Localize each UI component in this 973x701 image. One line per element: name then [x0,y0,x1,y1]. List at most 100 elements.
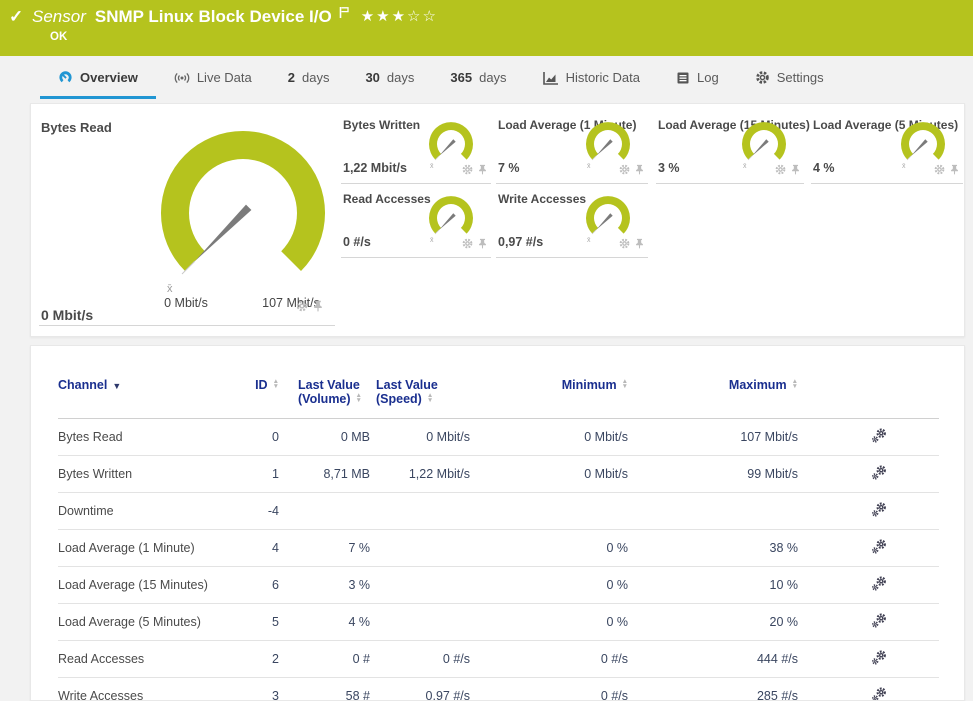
channel-id: 3 [243,678,298,701]
channel-name: Load Average (15 Minutes) [58,567,243,604]
channel-settings-gears-icon[interactable] [871,687,887,701]
channel-name: Bytes Written [58,456,243,493]
maximum-value: 20 % [678,604,853,641]
minimum-value: 0 % [476,567,678,604]
channel-name: Bytes Read [58,419,243,456]
minimum-value: 0 #/s [476,641,678,678]
last-value-volume: 8,71 MB [298,456,376,493]
live-data-icon [174,71,190,85]
col-header-last-value-volume[interactable]: Last Value (Volume)▲▼ [298,364,376,419]
gauge-settings-gear-icon[interactable] [462,236,473,254]
channel-name: Downtime [58,493,243,530]
last-value-speed [376,530,476,567]
last-value-speed [376,493,476,530]
gauge-settings-gear-icon[interactable] [462,162,473,180]
gauge-load-average-5-minutes: Load Average (5 Minutes) x̄ 4 % [811,110,963,184]
minimum-value: 0 % [476,530,678,567]
last-value-volume: 7 % [298,530,376,567]
col-header-last-value-speed[interactable]: Last Value (Speed)▲▼ [376,364,476,419]
tab-2-days[interactable]: 2days [270,56,348,99]
minimum-value: 0 Mbit/s [476,419,678,456]
channel-id: -4 [243,493,298,530]
tab-overview[interactable]: Overview [40,56,156,99]
channel-name: Load Average (5 Minutes) [58,604,243,641]
tab-settings[interactable]: Settings [737,56,842,99]
sensor-kind-label: Sensor [32,7,86,27]
channel-id: 4 [243,530,298,567]
minimum-value: 0 % [476,604,678,641]
gauge-pin-icon[interactable] [478,162,487,180]
gauge-settings-gear-icon[interactable] [619,236,630,254]
channel-settings-gears-icon[interactable] [871,502,887,520]
gauge-load-average-15-minutes: Load Average (15 Minutes) x̄ 3 % [656,110,804,184]
channel-table: Channel▼ ID▲▼ Last Value (Volume)▲▼ Last… [58,364,939,701]
gauge-scale-min: 0 Mbit/s [138,296,234,310]
bytes-read-gauge-dial: x̄ [133,118,353,318]
svg-text:x̄: x̄ [587,163,591,170]
channel-settings-gears-icon[interactable] [871,650,887,668]
gauge-pin-icon[interactable] [635,162,644,180]
channel-id: 0 [243,419,298,456]
tab-live-data[interactable]: Live Data [156,56,270,99]
gauge-settings-gear-icon[interactable] [775,162,786,180]
last-value-speed [376,567,476,604]
sort-desc-icon: ▼ [112,381,121,391]
tab-365-days[interactable]: 365days [432,56,524,99]
col-header-minimum[interactable]: Minimum▲▼ [476,364,678,419]
table-row: Write Accesses 3 58 # 0,97 #/s 0 #/s 285… [58,678,939,701]
gauge-settings-gear-icon[interactable] [296,299,308,317]
last-value-volume: 3 % [298,567,376,604]
last-value-volume: 0 MB [298,419,376,456]
channel-table-panel: Channel▼ ID▲▼ Last Value (Volume)▲▼ Last… [30,345,965,701]
average-marker: x̄ [167,283,173,295]
tab-historic-data[interactable]: Historic Data [525,56,658,99]
channel-name: Write Accesses [58,678,243,701]
channel-settings-gears-icon[interactable] [871,576,887,594]
last-value-volume: 4 % [298,604,376,641]
last-value-speed: 1,22 Mbit/s [376,456,476,493]
gauge-pin-icon[interactable] [635,236,644,254]
maximum-value [678,493,853,530]
gauge-current-value: 0 Mbit/s [41,307,93,323]
priority-stars[interactable]: ★★★☆☆ [361,7,438,25]
maximum-value: 38 % [678,530,853,567]
gauges-panel: Bytes Read x̄ 0 Mbit/s 107 Mbit/s 0 Mbit… [30,103,965,337]
channel-settings-gears-icon[interactable] [871,465,887,483]
channel-settings-gears-icon[interactable] [871,428,887,446]
gauge-pin-icon[interactable] [791,162,800,180]
col-header-id[interactable]: ID▲▼ [243,364,298,419]
gauge-write-accesses: Write Accesses x̄ 0,97 #/s [496,184,648,258]
gauge-settings-gear-icon[interactable] [619,162,630,180]
gauge-pin-icon[interactable] [478,236,487,254]
channel-settings-gears-icon[interactable] [871,539,887,557]
tab-30-days[interactable]: 30days [347,56,432,99]
channel-id: 2 [243,641,298,678]
col-header-channel[interactable]: Channel▼ [58,364,243,419]
channel-name: Load Average (1 Minute) [58,530,243,567]
last-value-volume: 58 # [298,678,376,701]
table-row: Load Average (15 Minutes) 6 3 % 0 % 10 % [58,567,939,604]
gauge-pin-icon[interactable] [313,299,323,317]
gauge-scale-max: 107 Mbit/s [243,296,339,310]
svg-text:x̄: x̄ [902,163,906,170]
maximum-value: 99 Mbit/s [678,456,853,493]
channel-settings-gears-icon[interactable] [871,613,887,631]
maximum-value: 107 Mbit/s [678,419,853,456]
page-title: SNMP Linux Block Device I/O [95,7,332,27]
tab-log[interactable]: Log [658,56,737,99]
table-row: Bytes Written 1 8,71 MB 1,22 Mbit/s 0 Mb… [58,456,939,493]
gear-icon [755,70,770,85]
gauge-pin-icon[interactable] [950,162,959,180]
col-header-maximum[interactable]: Maximum▲▼ [678,364,853,419]
log-icon [676,71,690,85]
sort-icon: ▲▼ [273,379,279,389]
priority-flag-icon[interactable] [339,4,349,24]
gauge-title: Bytes Read [41,120,112,135]
historic-chart-icon [543,71,559,85]
maximum-value: 10 % [678,567,853,604]
table-row: Read Accesses 2 0 # 0 #/s 0 #/s 444 #/s [58,641,939,678]
channel-id: 1 [243,456,298,493]
maximum-value: 285 #/s [678,678,853,701]
gauge-settings-gear-icon[interactable] [934,162,945,180]
svg-text:x̄: x̄ [430,237,434,244]
